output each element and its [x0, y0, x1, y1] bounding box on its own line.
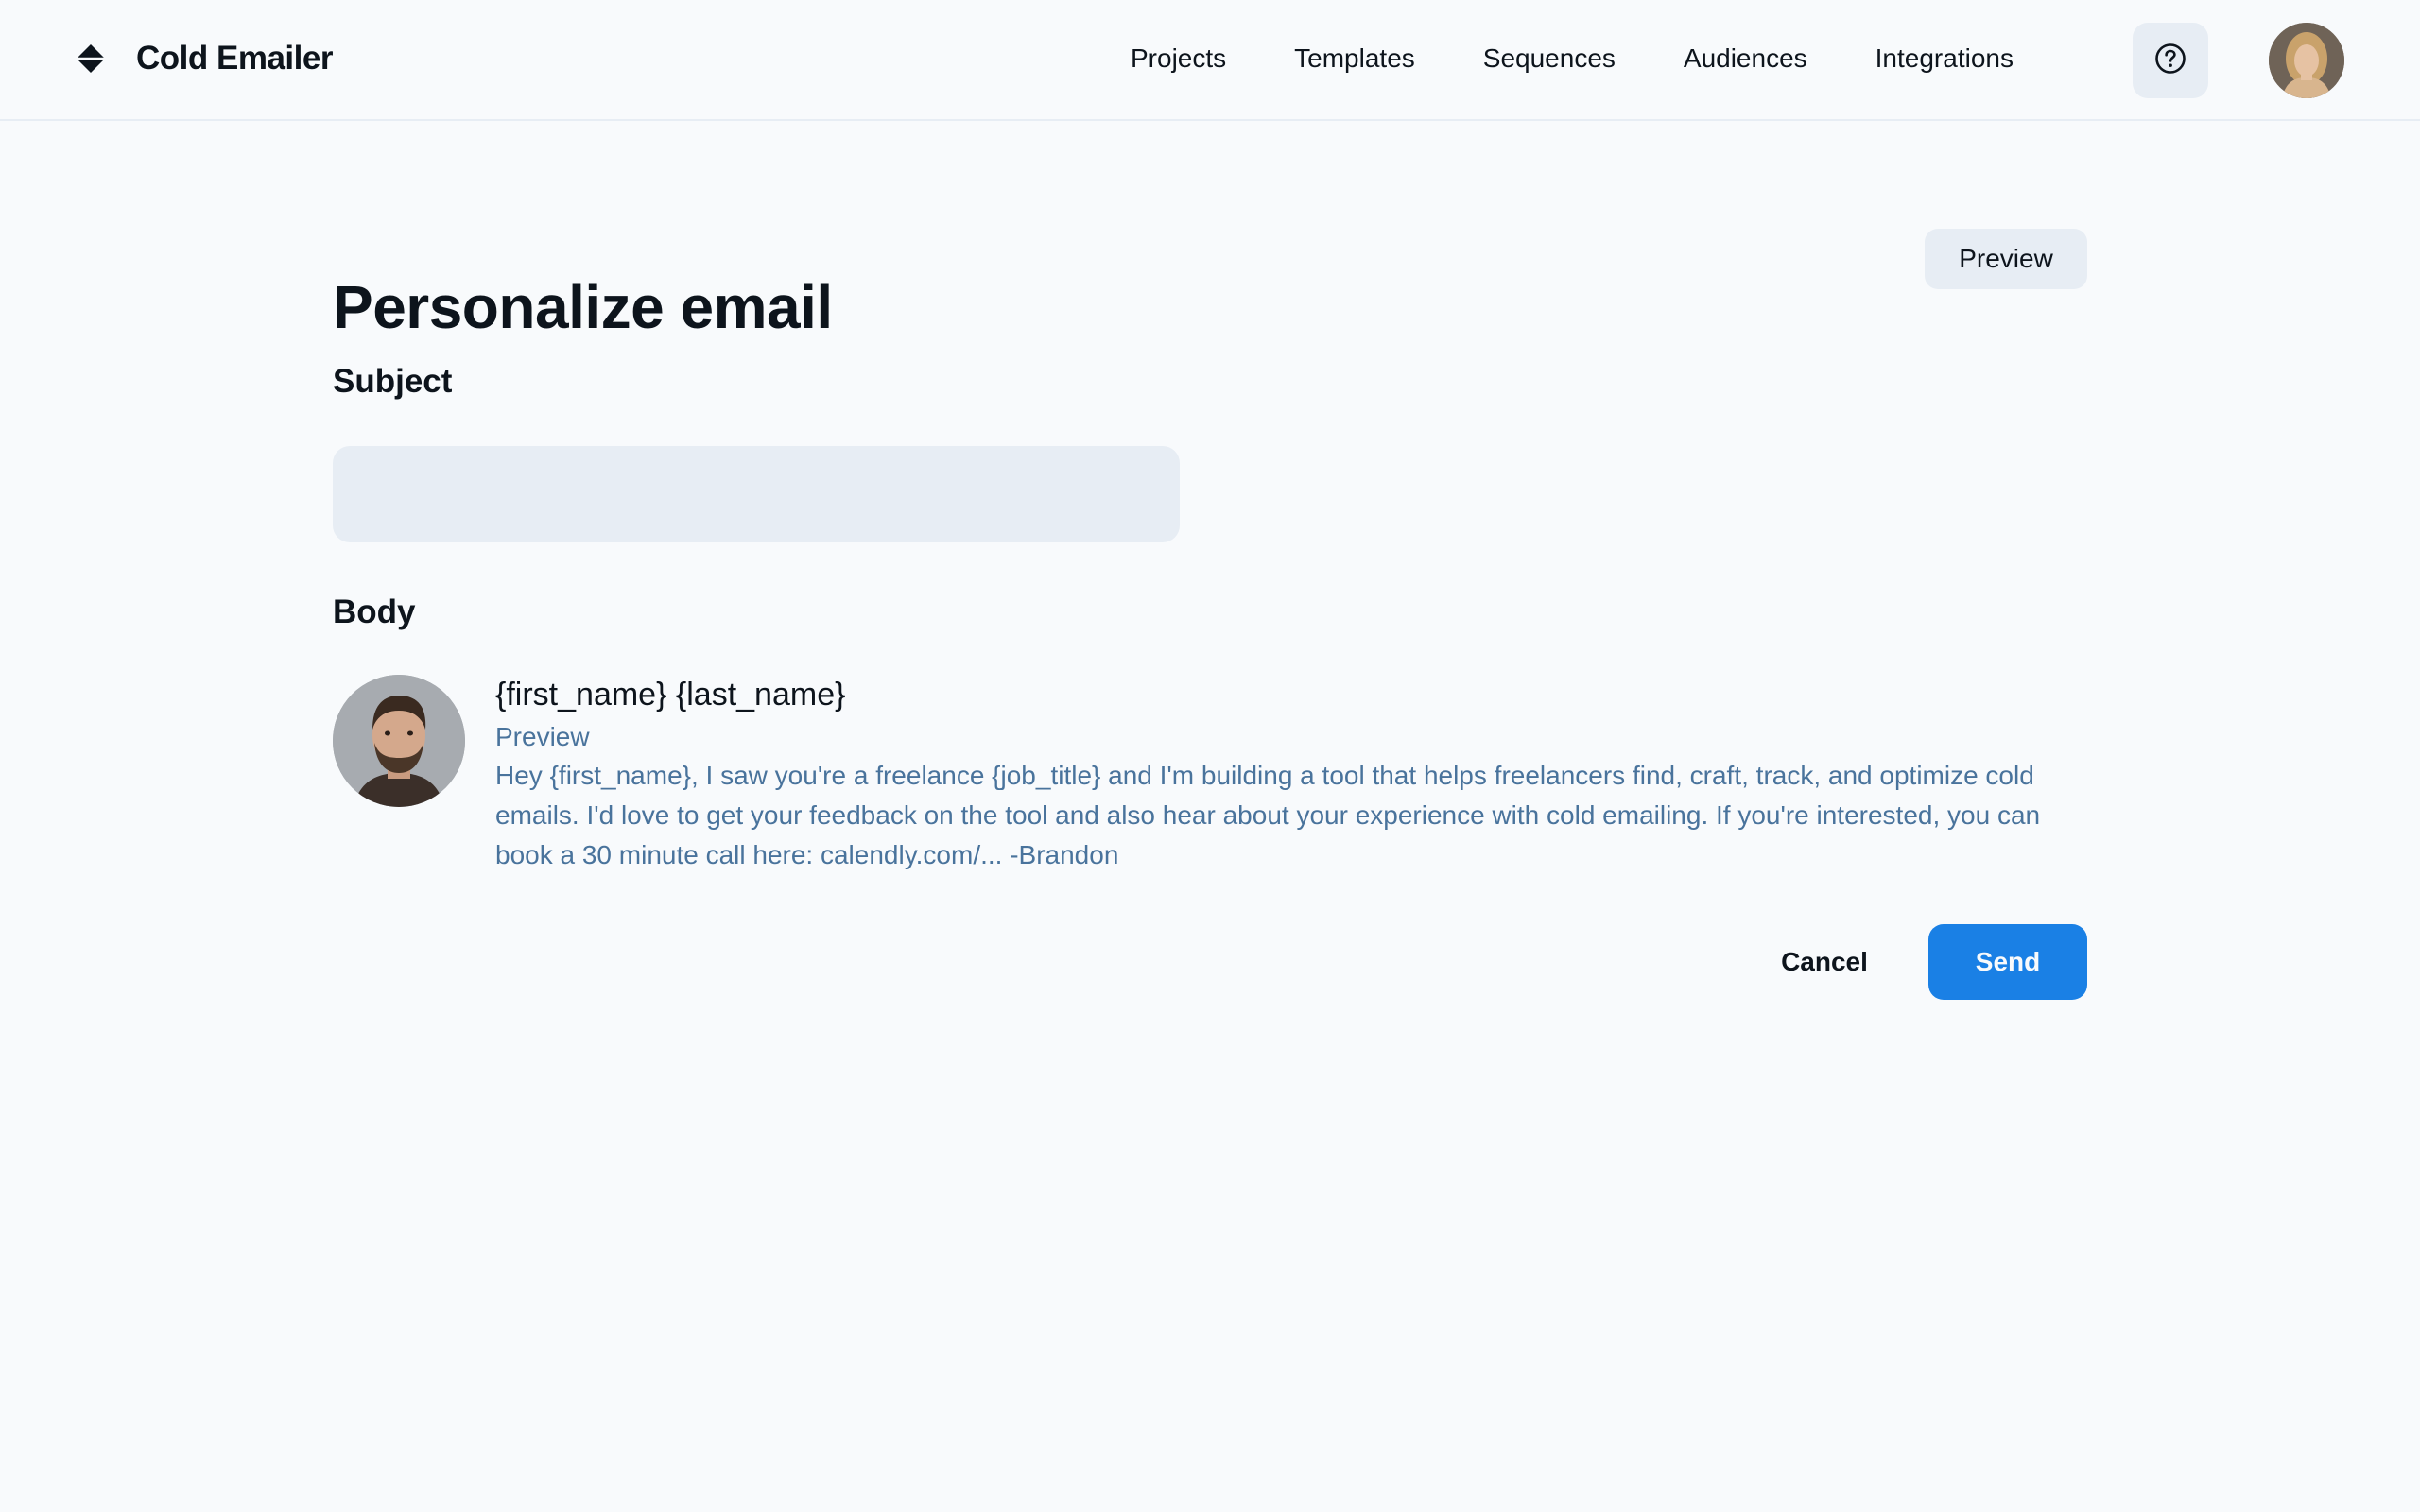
- contact-avatar: [333, 675, 465, 807]
- main-nav: Projects Templates Sequences Audiences I…: [1131, 36, 2014, 81]
- nav-item-audiences[interactable]: Audiences: [1684, 43, 1807, 74]
- cancel-button[interactable]: Cancel: [1751, 924, 1898, 1000]
- nav-item-projects[interactable]: Projects: [1131, 43, 1226, 74]
- question-circle-icon: [2154, 43, 2187, 79]
- subject-input[interactable]: [333, 446, 1180, 542]
- user-avatar[interactable]: [2269, 23, 2344, 98]
- app-name: Cold Emailer: [136, 40, 333, 77]
- body-label: Body: [333, 593, 416, 630]
- send-button[interactable]: Send: [1928, 924, 2087, 1000]
- nav-item-integrations[interactable]: Integrations: [1876, 43, 2014, 74]
- brand[interactable]: Cold Emailer: [76, 36, 333, 81]
- help-button[interactable]: [2133, 23, 2208, 98]
- subject-label: Subject: [333, 363, 453, 400]
- recipient-name: {first_name} {last_name}: [495, 677, 846, 713]
- nav-item-templates[interactable]: Templates: [1294, 43, 1415, 74]
- page-title: Personalize email: [333, 272, 833, 341]
- preview-label: Preview: [495, 722, 590, 751]
- top-nav-bar: Cold Emailer Projects Templates Sequence…: [0, 0, 2420, 121]
- email-body-text[interactable]: Hey {first_name}, I saw you're a freelan…: [495, 756, 2093, 875]
- nav-item-sequences[interactable]: Sequences: [1483, 43, 1616, 74]
- diamond-logo-icon: [76, 43, 106, 74]
- preview-button[interactable]: Preview: [1925, 229, 2087, 289]
